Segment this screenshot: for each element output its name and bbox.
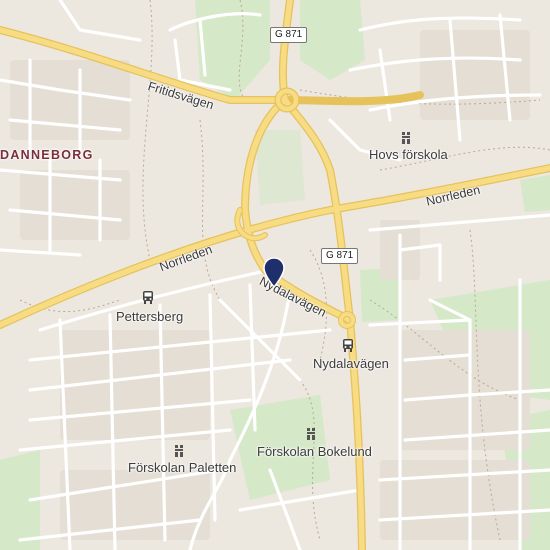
poi-label-forskolan-bokelund[interactable]: Förskolan Bokelund xyxy=(257,445,372,458)
road-shield-g871-south: G 871 xyxy=(321,248,359,264)
bus-stop-icon[interactable] xyxy=(142,291,154,309)
poi-label-forskolan-paletten[interactable]: Förskolan Paletten xyxy=(128,461,236,474)
area-label-danneborg: DANNEBORG xyxy=(0,148,94,162)
poi-label-hovs-forskola[interactable]: Hovs förskola xyxy=(369,148,448,161)
bus-stop-icon[interactable] xyxy=(342,339,354,357)
poi-label-pettersberg[interactable]: Pettersberg xyxy=(116,310,183,323)
road-shield-g871-north: G 871 xyxy=(270,27,308,43)
poi-label-nydalavagen[interactable]: Nydalavägen xyxy=(313,357,389,370)
location-marker-icon[interactable] xyxy=(263,257,285,294)
school-icon[interactable] xyxy=(307,427,318,445)
map-view[interactable]: DANNEBORG Fritidsvägen Norrleden Norrled… xyxy=(0,0,550,550)
